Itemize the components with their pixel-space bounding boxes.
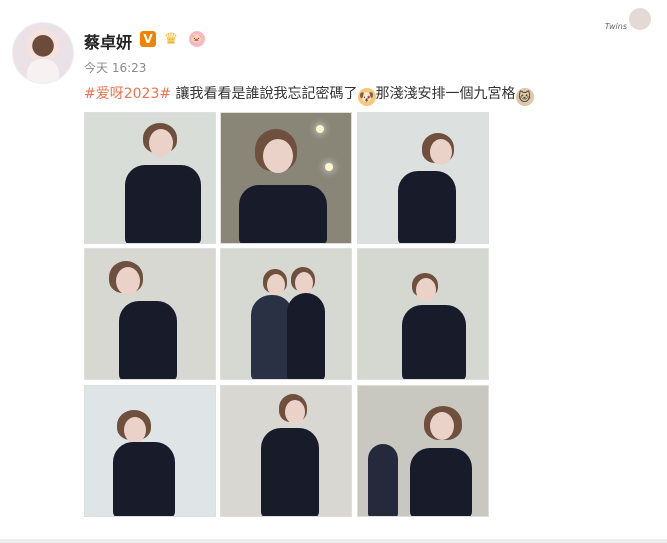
photo-7[interactable]	[84, 385, 216, 517]
face-shape	[116, 267, 140, 295]
weibo-post-card: 蔡卓妍 V ♛ 🐷 今天 16:23 Twins #爱呀2023# 讓我看看是誰…	[0, 0, 667, 543]
face-shape	[430, 139, 452, 165]
dress-shape	[119, 301, 177, 379]
face-shape-2	[295, 272, 313, 294]
dress-shape	[239, 185, 327, 243]
face-shape	[267, 274, 285, 296]
photo-1[interactable]	[84, 112, 216, 244]
avatar-body	[27, 59, 59, 83]
face-shape	[124, 417, 146, 443]
verified-badge-icon[interactable]: V	[140, 31, 156, 47]
photo-9[interactable]	[357, 385, 489, 517]
face-shape	[285, 400, 305, 424]
photo-6[interactable]	[357, 248, 489, 380]
dress-shape	[113, 442, 175, 516]
crown-badge-icon[interactable]: ♛	[160, 30, 182, 48]
cat-emoji-icon: 🐱	[515, 88, 534, 106]
hashtag-link[interactable]: #爱呀2023#	[84, 86, 171, 102]
post-time[interactable]: 今天 16:23	[84, 59, 146, 76]
face-shape	[416, 278, 436, 302]
dress-shape-2	[287, 293, 325, 379]
dress-shape	[410, 448, 472, 516]
post-text-part-2: 那淺淺安排一個九宮格	[375, 86, 516, 102]
photo-3[interactable]	[357, 112, 489, 244]
mirror-reflection-shape	[368, 444, 398, 516]
post-content: #爱呀2023# 讓我看看是誰說我忘記密碼了 🐶 那淺淺安排一個九宮格 🐱	[84, 84, 534, 106]
pig-badge-icon[interactable]: 🐷	[189, 31, 205, 47]
dress-shape	[402, 305, 466, 379]
photo-8[interactable]	[220, 385, 352, 517]
signature-avatar-icon	[629, 8, 651, 30]
dress-shape	[125, 165, 201, 243]
bottom-divider	[0, 539, 667, 543]
photo-5[interactable]	[220, 248, 352, 380]
photo-4[interactable]	[84, 248, 216, 380]
author-name[interactable]: 蔡卓妍	[84, 29, 132, 53]
post-text-part-1: 讓我看看是誰說我忘記密碼了	[171, 86, 358, 102]
signature-text: Twins	[604, 22, 627, 31]
face-shape	[430, 412, 454, 440]
photo-grid	[84, 112, 489, 517]
dress-shape	[398, 171, 456, 243]
light-2	[325, 163, 333, 171]
light-1	[316, 125, 324, 133]
user-avatar[interactable]	[12, 22, 74, 84]
face-shape	[263, 139, 293, 173]
face-shape	[149, 129, 173, 157]
dress-shape	[261, 428, 319, 516]
dog-emoji-icon: 🐶	[357, 88, 376, 106]
photo-2[interactable]	[220, 112, 352, 244]
